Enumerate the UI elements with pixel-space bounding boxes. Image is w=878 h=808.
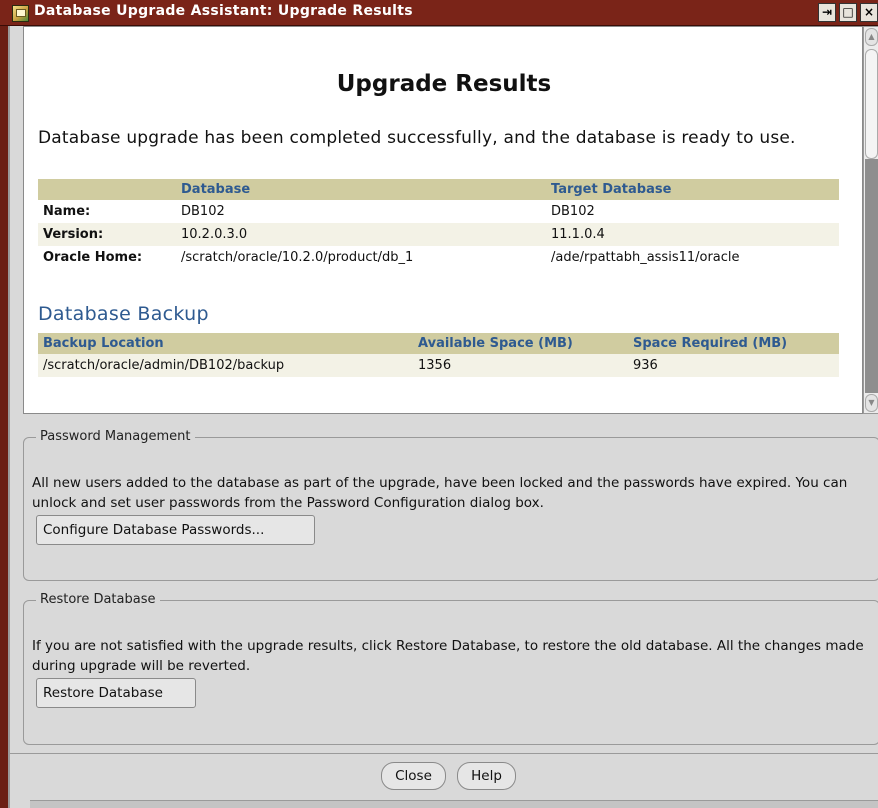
restore-database-group: Restore Database If you are not satisfie… (23, 592, 878, 745)
column-header: Space Required (MB) (628, 333, 839, 354)
table-cell: 1356 (413, 354, 628, 377)
password-management-group: Password Management All new users added … (23, 429, 878, 581)
close-icon[interactable]: × (860, 3, 878, 22)
group-legend: Restore Database (36, 592, 160, 607)
table-row: Version: 10.2.0.3.0 11.1.0.4 (38, 223, 839, 246)
row-label: Name: (43, 204, 91, 219)
database-table: Database Target Database Name: DB102 DB1… (38, 179, 839, 269)
footer-divider (10, 753, 878, 754)
group-legend: Password Management (36, 429, 195, 444)
window-title: Database Upgrade Assistant: Upgrade Resu… (34, 3, 413, 19)
table-cell: 10.2.0.3.0 (176, 223, 546, 246)
restore-database-button[interactable]: Restore Database (36, 678, 196, 708)
results-heading: Upgrade Results (336, 71, 552, 97)
window-controls: ⇥ □ × (818, 3, 878, 23)
column-header: Target Database (546, 179, 839, 200)
column-header: Available Space (MB) (413, 333, 628, 354)
table-row: /scratch/oracle/admin/DB102/backup 1356 … (38, 354, 839, 377)
row-label: Oracle Home: (43, 250, 143, 265)
table-cell: DB102 (181, 204, 225, 219)
scroll-up-icon[interactable]: ▲ (865, 28, 878, 46)
restore-database-text: If you are not satisfied with the upgrad… (32, 638, 864, 674)
close-button[interactable]: Close (381, 762, 446, 790)
app-icon (12, 5, 29, 22)
bottom-edge (30, 800, 878, 808)
results-panel: Upgrade Results Database upgrade has bee… (23, 26, 863, 414)
table-cell: /ade/rpattabh_assis11/oracle (551, 250, 740, 265)
table-cell: /scratch/oracle/admin/DB102/backup (38, 354, 413, 377)
table-row: Name: DB102 DB102 (38, 200, 839, 223)
table-cell: 936 (628, 354, 839, 377)
table-header-row: Backup Location Available Space (MB) Spa… (38, 333, 839, 354)
maximize-icon[interactable]: □ (839, 3, 857, 22)
password-management-text: All new users added to the database as p… (32, 475, 848, 511)
configure-passwords-button[interactable]: Configure Database Passwords... (36, 515, 315, 545)
results-scrollbar[interactable]: ▲ ▼ (863, 26, 878, 414)
help-button[interactable]: Help (457, 762, 516, 790)
pin-icon[interactable]: ⇥ (818, 3, 836, 22)
title-bar[interactable]: Database Upgrade Assistant: Upgrade Resu… (0, 0, 878, 26)
column-header (38, 179, 176, 200)
backup-heading: Database Backup (38, 303, 209, 325)
dialog-window: Database Upgrade Assistant: Upgrade Resu… (0, 0, 878, 808)
row-label: Version: (38, 223, 176, 246)
table-header-row: Database Target Database (38, 179, 839, 200)
table-row: Oracle Home: /scratch/oracle/10.2.0/prod… (38, 246, 839, 269)
results-message: Database upgrade has been completed succ… (38, 128, 796, 148)
scroll-track[interactable] (865, 159, 878, 393)
table-cell: DB102 (551, 204, 595, 219)
table-cell: 11.1.0.4 (546, 223, 839, 246)
column-header: Backup Location (38, 333, 413, 354)
backup-table: Backup Location Available Space (MB) Spa… (38, 333, 839, 377)
dialog-body: Upgrade Results Database upgrade has bee… (8, 26, 878, 808)
table-cell: /scratch/oracle/10.2.0/product/db_1 (181, 250, 414, 265)
scroll-down-icon[interactable]: ▼ (865, 394, 878, 412)
scroll-thumb[interactable] (865, 49, 878, 159)
column-header: Database (176, 179, 546, 200)
